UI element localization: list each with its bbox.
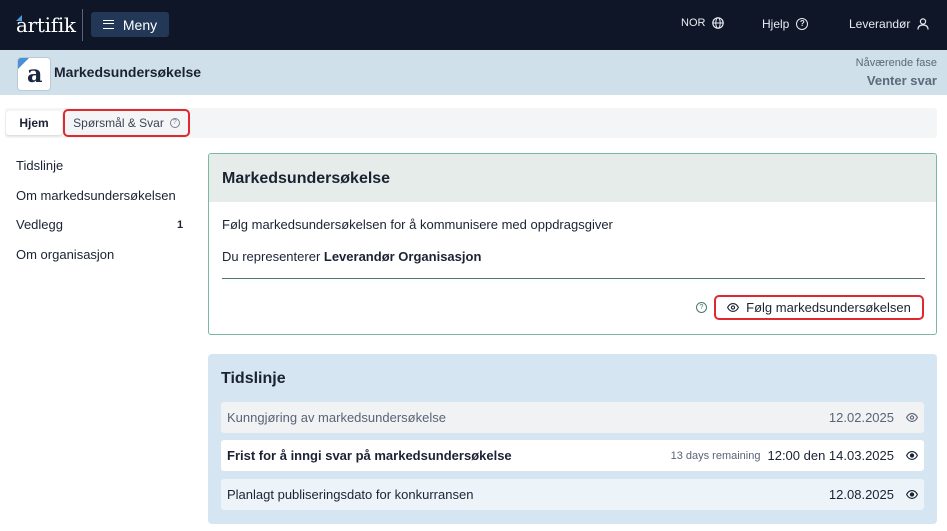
days-remaining-label: 13 days remaining: [670, 449, 761, 462]
timeline-title: Tidslinje: [221, 370, 286, 387]
project-logo: a: [18, 58, 50, 90]
follow-survey-button[interactable]: Følg markedsundersøkelsen: [714, 295, 924, 320]
timeline-event-date: 12:00 den 14.03.2025: [767, 448, 894, 463]
menu-button[interactable]: Meny: [91, 12, 169, 37]
timeline-event-name: Frist for å inngi svar på markedsundersø…: [227, 448, 512, 463]
help-label: Hjelp: [762, 17, 790, 31]
tab-label: Spørsmål & Svar: [73, 116, 164, 130]
eye-icon[interactable]: [906, 451, 918, 460]
help-link[interactable]: Hjelp ?: [762, 17, 809, 31]
tab-hjem[interactable]: Hjem: [6, 111, 62, 135]
follow-label: Følg markedsundersøkelsen: [746, 300, 911, 315]
market-card-title: Markedsundersøkelse: [209, 154, 936, 202]
logo-text: artifik: [16, 13, 76, 37]
top-navigation-bar: artifik Meny NOR Hjelp ? Leverandør: [0, 0, 947, 50]
sidebar-item-vedlegg[interactable]: Vedlegg: [16, 217, 63, 232]
eye-icon: [727, 303, 740, 312]
tab-bar: Hjem Spørsmål & Svar ?: [5, 108, 937, 138]
timeline-event-name: Planlagt publiseringsdato for konkurrans…: [227, 487, 474, 502]
question-circle-icon: ?: [169, 118, 180, 128]
artifik-logo[interactable]: artifik: [16, 13, 76, 37]
user-icon: [917, 18, 929, 30]
timeline-event-name: Kunngjøring av markedsundersøkelse: [227, 410, 446, 425]
tab-label: Hjem: [19, 116, 49, 130]
topbar-divider: [82, 9, 83, 41]
logo-accent-icon: [16, 15, 22, 21]
language-label: NOR: [681, 17, 706, 29]
phase-label: Nåværende fase: [855, 57, 937, 69]
question-circle-icon: ?: [796, 18, 809, 30]
hamburger-icon: [102, 20, 114, 29]
eye-icon[interactable]: [906, 490, 918, 499]
represent-prefix: Du representerer: [222, 249, 324, 264]
timeline-card: Tidslinje Kunngjøring av markedsundersøk…: [208, 354, 937, 524]
timeline-event-date: 12.08.2025: [828, 487, 894, 502]
user-label: Leverandør: [849, 17, 911, 31]
organisation-name: Leverandør Organisasjon: [323, 249, 482, 264]
card-divider: [222, 278, 925, 279]
page-title: Markedsundersøkelse: [54, 64, 202, 80]
market-card-description: Følg markedsundersøkelsen for å kommunis…: [222, 217, 613, 232]
project-logo-letter: a: [27, 59, 43, 88]
phase-status: Venter svar: [866, 73, 937, 88]
tab-sporsmal-og-svar[interactable]: Spørsmål & Svar ?: [63, 109, 190, 137]
eye-icon[interactable]: [906, 413, 918, 422]
represent-text: Du representerer Leverandør Organisasjon: [222, 249, 481, 264]
attachment-count-badge: 1: [177, 219, 184, 231]
sidebar-item-tidslinje[interactable]: Tidslinje: [16, 158, 63, 173]
timeline-row[interactable]: Planlagt publiseringsdato for konkurrans…: [221, 479, 924, 510]
menu-label: Meny: [122, 16, 158, 33]
timeline-row[interactable]: Kunngjøring av markedsundersøkelse 12.02…: [221, 402, 924, 433]
user-menu[interactable]: Leverandør: [849, 17, 929, 31]
globe-icon: [712, 17, 725, 29]
market-survey-card: Markedsundersøkelse Følg markedsundersøk…: [208, 153, 937, 335]
question-circle-icon[interactable]: ?: [696, 302, 707, 313]
language-selector[interactable]: NOR: [681, 17, 725, 29]
timeline-event-date: 12.02.2025: [828, 410, 894, 425]
sidebar-item-om-organisasjon[interactable]: Om organisasjon: [16, 247, 114, 262]
sidebar-item-om-markedsundersokelsen[interactable]: Om markedsundersøkelsen: [16, 188, 176, 203]
timeline-row[interactable]: Frist for å inngi svar på markedsundersø…: [221, 440, 924, 471]
